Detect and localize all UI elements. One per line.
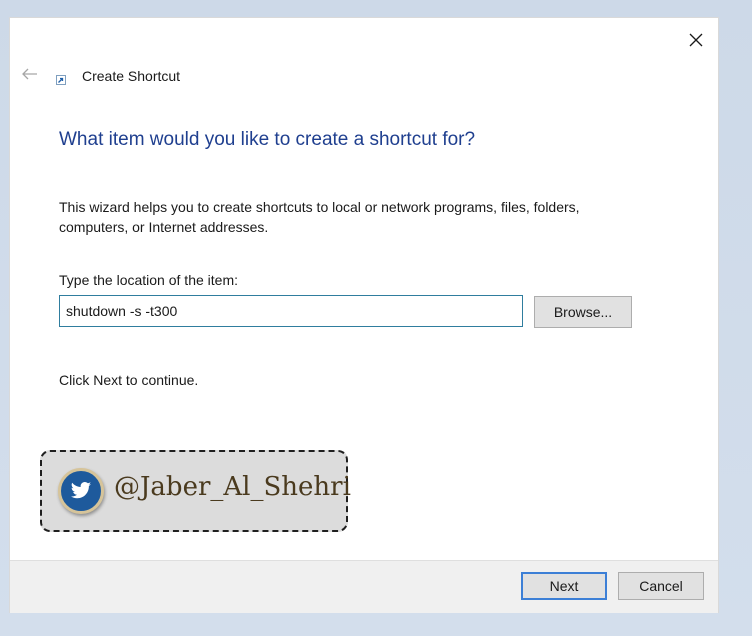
location-input[interactable]	[59, 295, 523, 327]
cancel-button[interactable]: Cancel	[618, 572, 704, 600]
twitter-handle: @Jaber_Al_Shehri	[114, 472, 351, 502]
twitter-logo-circle	[58, 468, 104, 514]
dialog-footer	[10, 560, 718, 613]
twitter-badge: @Jaber_Al_Shehri	[40, 450, 351, 532]
close-button[interactable]	[684, 28, 708, 52]
twitter-bird-icon	[70, 482, 92, 499]
next-button[interactable]: Next	[521, 572, 607, 600]
page-heading: What item would you like to create a sho…	[59, 129, 476, 150]
create-shortcut-dialog: Create Shortcut What item would you like…	[10, 18, 718, 613]
close-icon	[689, 33, 703, 47]
location-label: Type the location of the item:	[59, 272, 238, 288]
wizard-description: This wizard helps you to create shortcut…	[59, 199, 580, 235]
continue-text: Click Next to continue.	[59, 372, 199, 388]
browse-button[interactable]: Browse...	[534, 296, 632, 328]
window-title: Create Shortcut	[82, 68, 181, 84]
back-button[interactable]	[20, 66, 40, 82]
back-arrow-icon	[22, 68, 37, 80]
shortcut-icon	[56, 75, 66, 85]
